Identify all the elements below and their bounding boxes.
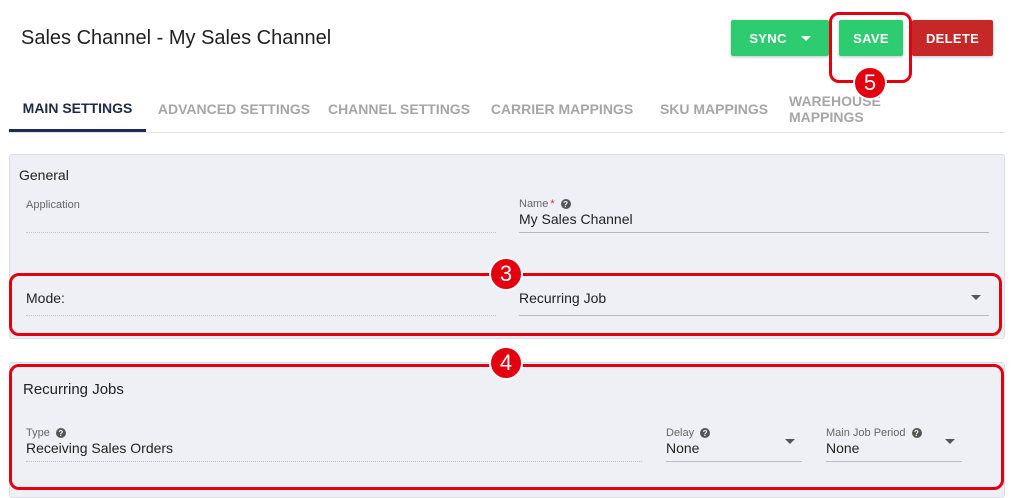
tab-advanced-settings[interactable]: ADVANCED SETTINGS	[149, 86, 319, 132]
application-label: Application	[26, 199, 80, 211]
annotation-badge-5: 5	[853, 66, 887, 100]
name-label-text: Name	[519, 198, 549, 210]
help-icon[interactable]: ?	[560, 199, 571, 209]
annotation-badge-4: 4	[489, 346, 523, 380]
required-marker: *	[550, 198, 555, 210]
page-title: Sales Channel - My Sales Channel	[21, 27, 332, 49]
tab-channel-settings[interactable]: CHANNEL SETTINGS	[323, 86, 475, 132]
tab-sku-mappings[interactable]: SKU MAPPINGS	[649, 86, 779, 132]
name-input-underline	[519, 232, 989, 233]
sync-button-label: SYNC	[749, 30, 787, 46]
annotation-badge-3: 3	[489, 257, 523, 291]
tab-main-settings[interactable]: MAIN SETTINGS	[9, 86, 146, 132]
delete-button[interactable]: DELETE	[912, 20, 993, 56]
general-section-title: General	[19, 167, 69, 183]
sync-button[interactable]: SYNC	[731, 20, 829, 56]
application-field[interactable]	[26, 232, 496, 233]
chevron-down-icon	[800, 35, 811, 41]
highlight-recurring	[9, 364, 1004, 490]
name-label: Name * ?	[519, 198, 571, 210]
tab-carrier-mappings[interactable]: CARRIER MAPPINGS	[487, 86, 637, 132]
name-input[interactable]: My Sales Channel	[519, 211, 633, 227]
